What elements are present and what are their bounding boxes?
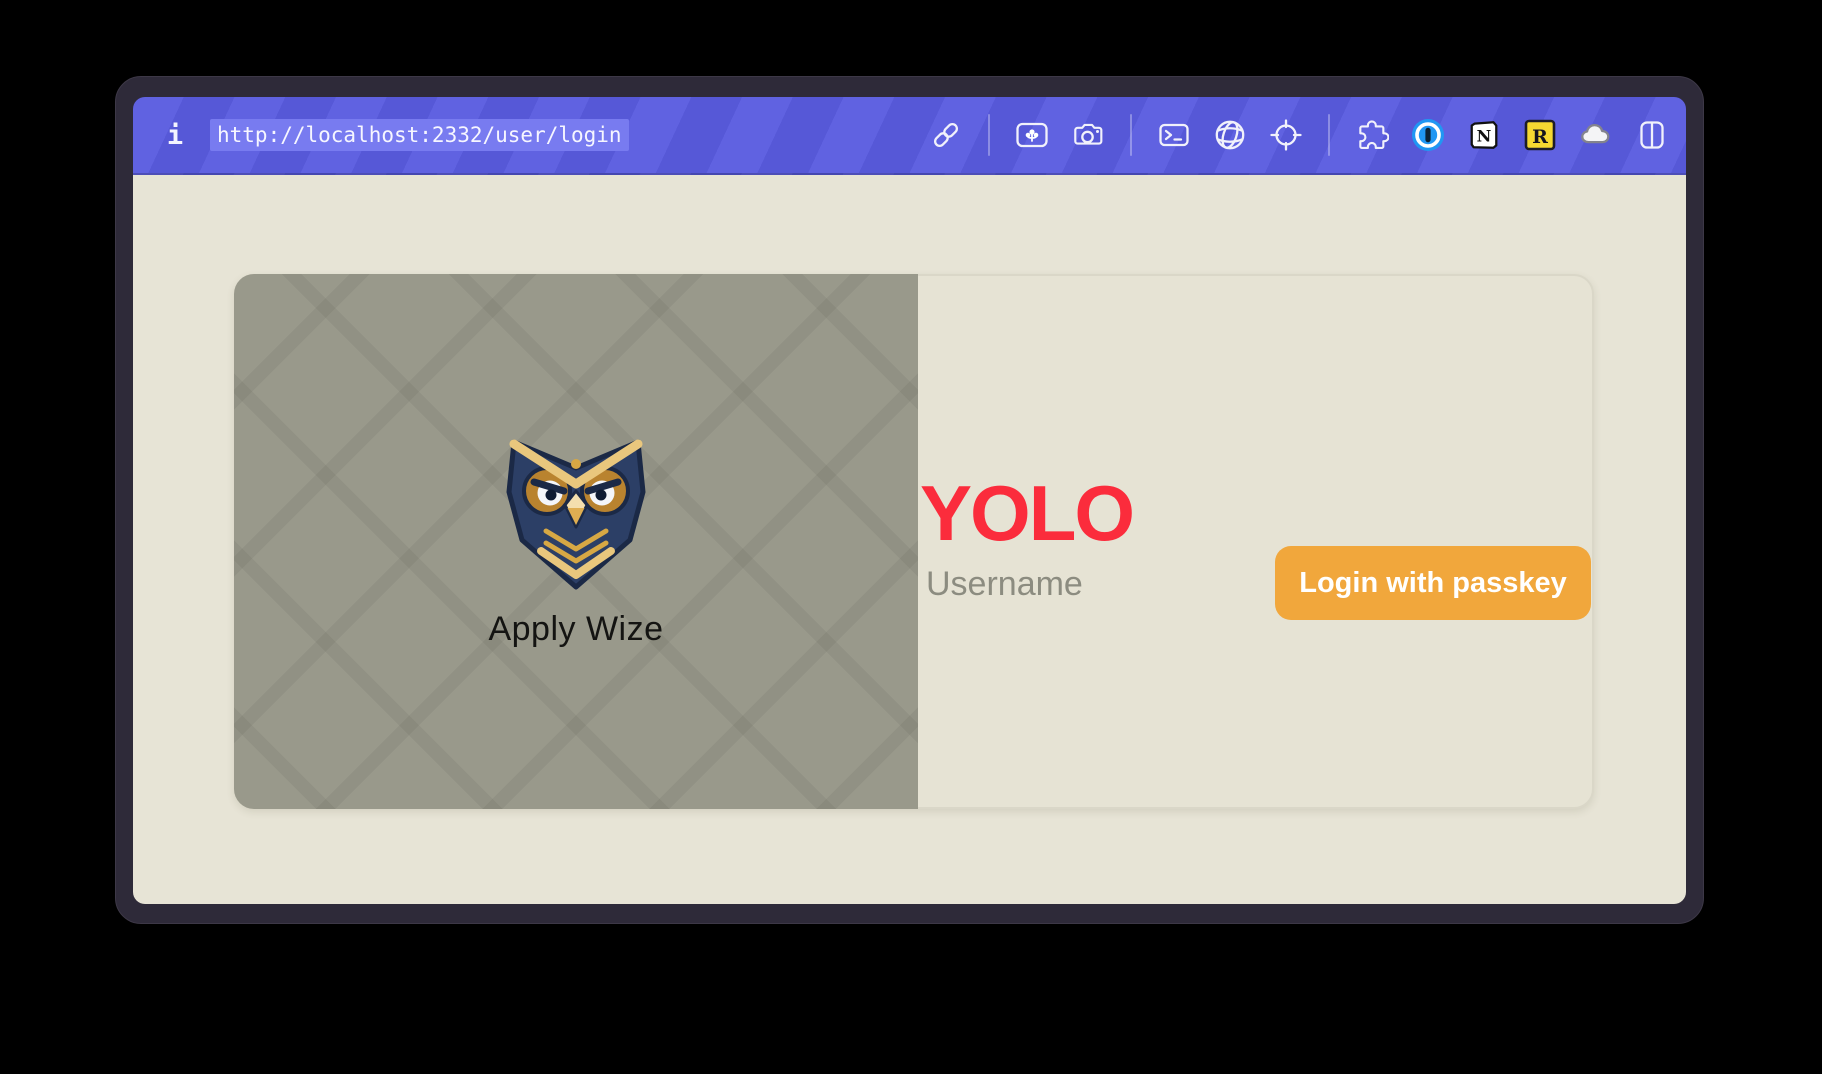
brand-name: Apply Wize <box>488 610 663 649</box>
login-with-passkey-button[interactable]: Login with passkey <box>1275 546 1591 620</box>
camera-icon[interactable] <box>1071 118 1105 152</box>
terminal-icon[interactable] <box>1157 118 1191 152</box>
browser-window: i http://localhost:2332/user/login <box>115 76 1704 924</box>
r-extension-icon[interactable]: R <box>1523 118 1557 152</box>
browser-toolbar: i http://localhost:2332/user/login <box>133 97 1686 175</box>
cloud-icon[interactable] <box>1579 118 1613 152</box>
desktop-background: i http://localhost:2332/user/login <box>0 0 1822 1074</box>
page-content: Apply Wize YOLO Username Login with pass… <box>133 175 1686 904</box>
toolbar-icon-row: N R <box>929 114 1669 156</box>
onepassword-icon[interactable] <box>1411 118 1445 152</box>
link-icon[interactable] <box>929 118 963 152</box>
toolbar-divider <box>1130 114 1132 156</box>
url-bar[interactable]: http://localhost:2332/user/login <box>210 123 629 147</box>
apply-wize-owl-logo-icon <box>503 434 649 594</box>
notion-icon[interactable]: N <box>1467 118 1501 152</box>
brand-panel: Apply Wize <box>234 274 918 809</box>
svg-text:N: N <box>1477 127 1492 146</box>
toolbar-divider <box>988 114 990 156</box>
login-card: Apply Wize YOLO Username Login with pass… <box>234 274 1594 809</box>
login-form-area: YOLO Username Login with passkey <box>918 276 1592 807</box>
globe-icon[interactable] <box>1213 118 1247 152</box>
login-heading: YOLO <box>920 474 1133 552</box>
url-text-selected[interactable]: http://localhost:2332/user/login <box>210 119 629 151</box>
split-view-icon[interactable] <box>1635 118 1669 152</box>
site-info-icon[interactable]: i <box>163 122 187 149</box>
toolbar-divider <box>1328 114 1330 156</box>
crosshair-icon[interactable] <box>1269 118 1303 152</box>
svg-text:R: R <box>1532 126 1548 148</box>
photo-icon[interactable] <box>1015 118 1049 152</box>
extensions-puzzle-icon[interactable] <box>1355 118 1389 152</box>
browser-window-inner: i http://localhost:2332/user/login <box>133 97 1686 904</box>
username-input[interactable]: Username <box>926 566 1083 603</box>
